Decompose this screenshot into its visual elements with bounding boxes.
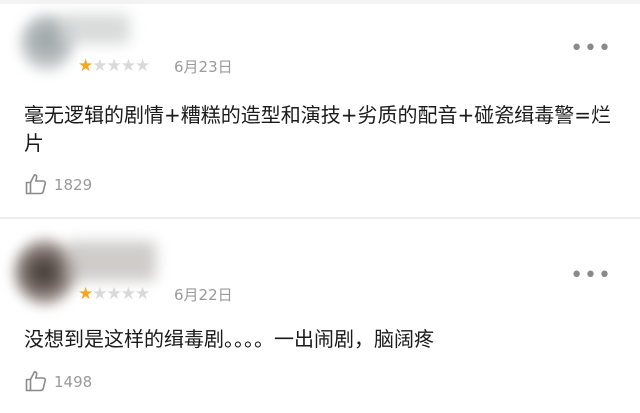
star-empty-icon: ★: [92, 284, 107, 304]
username-blurred: [66, 241, 156, 281]
star-empty-icon: ★: [135, 284, 150, 304]
username-blurred: [60, 14, 130, 44]
more-dots-icon[interactable]: •••: [570, 265, 612, 287]
star-rating: ★★★★★: [78, 56, 150, 76]
comment-list: ★★★★★ 6月23日 ••• 毫无逻辑的剧情+糟糕的造型和演技+劣质的配音+碰…: [0, 0, 640, 413]
star-filled-icon: ★: [78, 284, 93, 304]
star-rating: ★★★★★: [78, 284, 150, 304]
comment-text: 毫无逻辑的剧情+糟糕的造型和演技+劣质的配音+碰瓷缉毒警=烂片: [24, 103, 612, 155]
comment-text: 没想到是这样的缉毒剧。。。。一出闹剧，脑阔疼: [24, 327, 434, 351]
comment-date: 6月23日: [174, 58, 233, 76]
star-filled-icon: ★: [78, 56, 93, 76]
star-empty-icon: ★: [106, 284, 122, 304]
comment-date: 6月22日: [174, 286, 233, 304]
thumbs-up-icon: [25, 371, 47, 392]
comment-item: ★★★★★ 6月22日 ••• 没想到是这样的缉毒剧。。。。一出闹剧，脑阔疼 1…: [0, 219, 640, 413]
more-dots-icon[interactable]: •••: [570, 38, 612, 60]
star-empty-icon: ★: [120, 56, 136, 76]
star-empty-icon: ★: [106, 56, 122, 76]
star-empty-icon: ★: [120, 284, 136, 304]
thumbs-up-icon: [25, 174, 47, 195]
star-empty-icon: ★: [135, 56, 150, 76]
star-empty-icon: ★: [92, 56, 107, 76]
like-count: 1498: [54, 373, 93, 391]
comment-item: ★★★★★ 6月23日 ••• 毫无逻辑的剧情+糟糕的造型和演技+劣质的配音+碰…: [0, 0, 640, 218]
like-count: 1829: [54, 176, 93, 194]
